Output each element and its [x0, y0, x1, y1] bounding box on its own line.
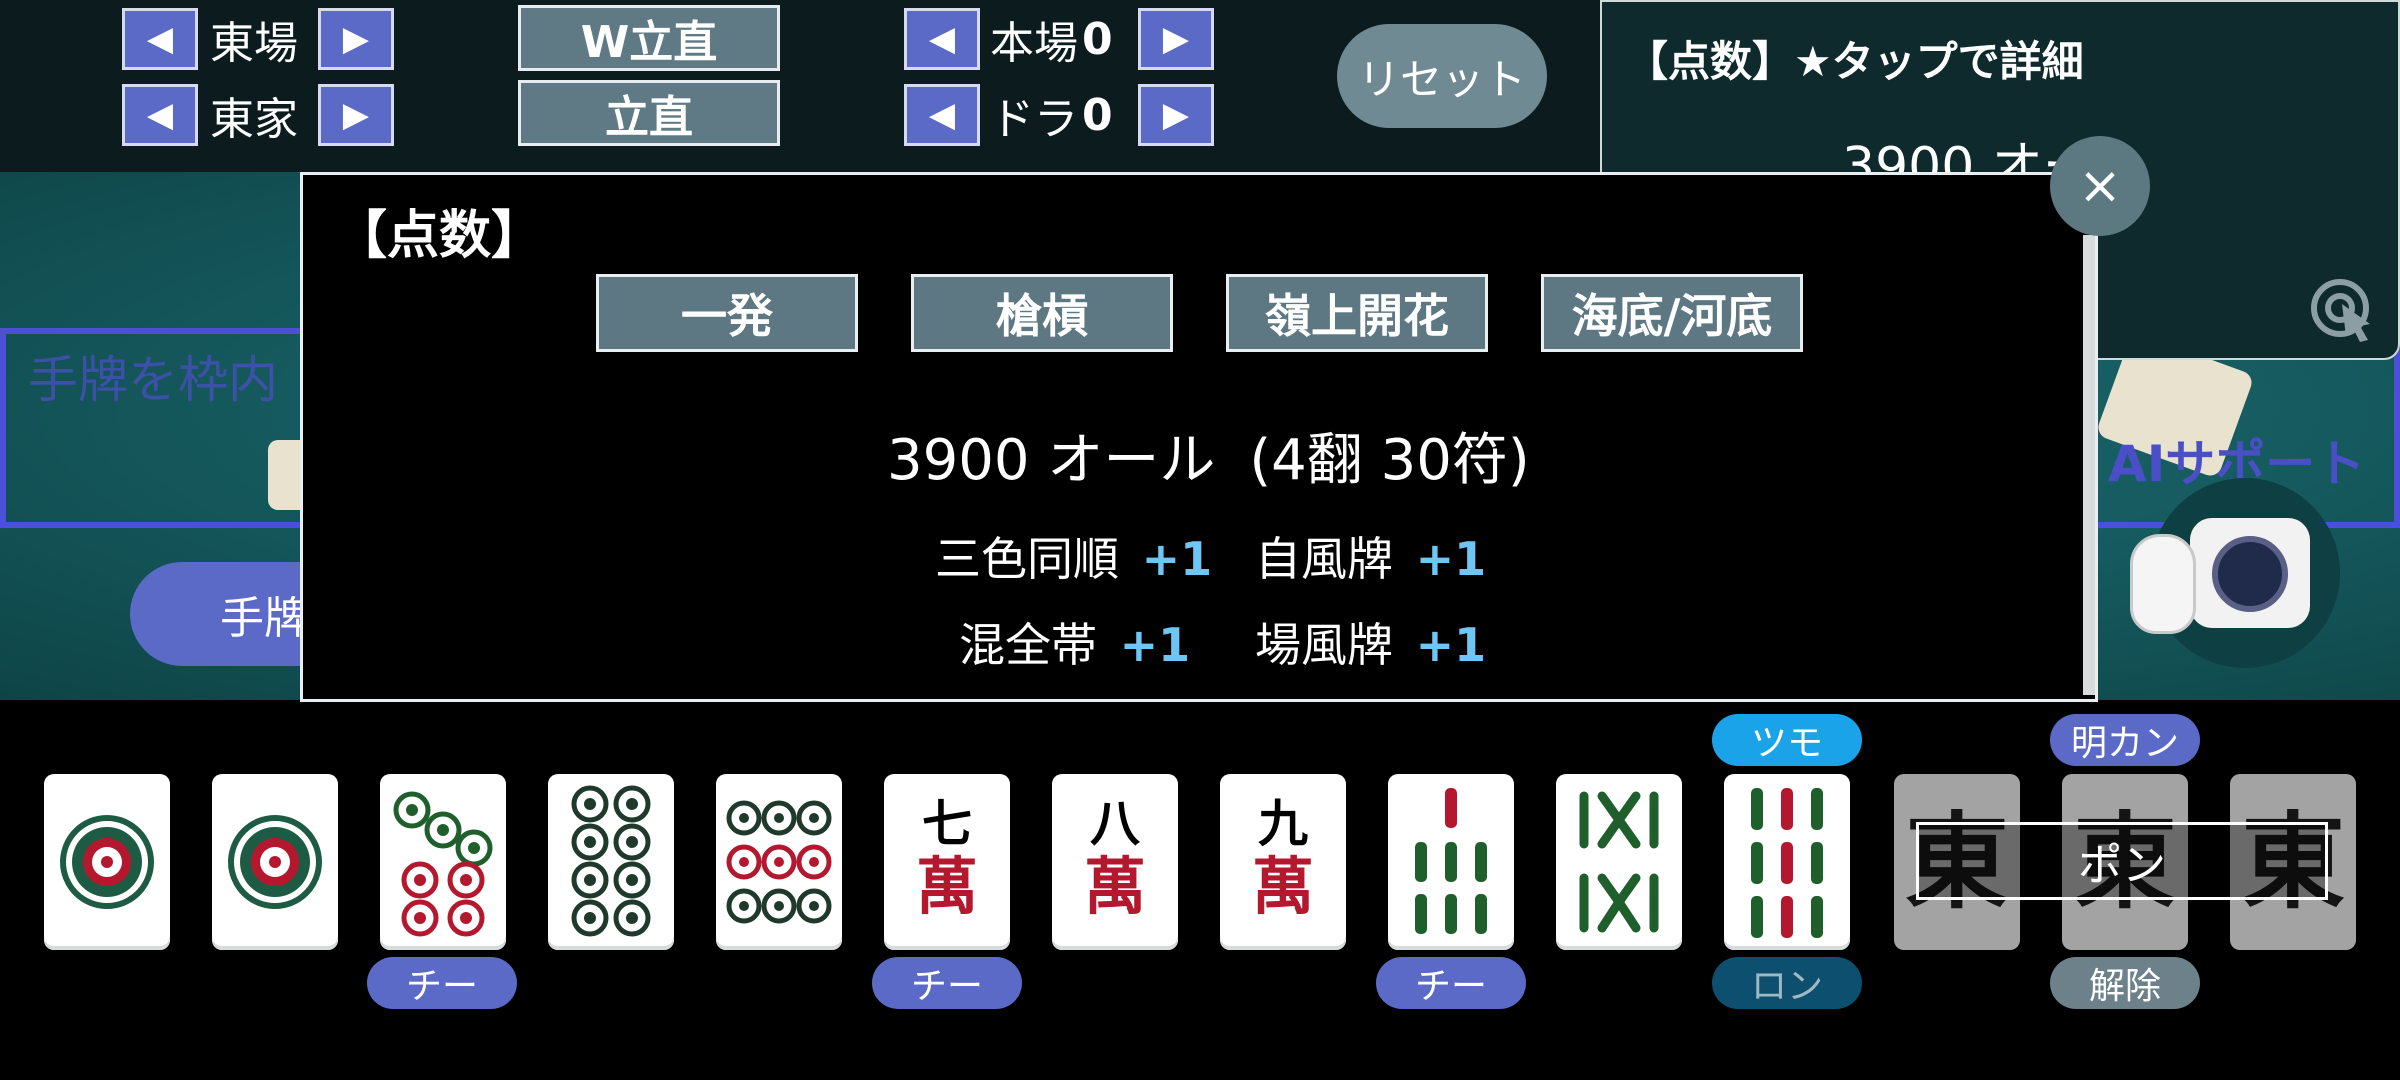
left-arrow-icon: ◀ — [928, 19, 956, 59]
chi-button[interactable]: チー — [367, 957, 517, 1009]
score-panel-title: 【点数】★タップで詳細 — [1626, 37, 2084, 86]
reset-button[interactable]: リセット — [1337, 24, 1547, 128]
man-character: 萬 — [1083, 850, 1146, 923]
yaku-chanta: 混全帯 +1 — [959, 609, 1190, 675]
popup-score-line: 3900 オール (4翻 30符) — [887, 415, 1587, 496]
riichi-button[interactable]: 立直 — [518, 80, 780, 146]
honba-value: 0 — [1082, 13, 1113, 65]
score-detail-popup: 【点数】 一発 槍槓 嶺上開花 海底/河底 3900 オール (4翻 30符) … — [300, 172, 2098, 702]
chi-button[interactable]: チー — [872, 957, 1022, 1009]
tap-icon — [2308, 274, 2392, 348]
yaku-han: +1 — [1415, 532, 1487, 586]
minkan-button[interactable]: 明カン — [2050, 714, 2200, 766]
man-character: 萬 — [915, 850, 978, 923]
seat-prev-button[interactable]: ◀ — [122, 84, 198, 146]
left-arrow-icon: ◀ — [928, 95, 956, 135]
man-number: 九 — [1258, 794, 1308, 853]
tile-7-sou[interactable] — [1388, 774, 1514, 950]
right-arrow-icon: ▶ — [1162, 19, 1190, 59]
yaku-han: +1 — [1119, 618, 1191, 672]
man-number: 八 — [1090, 794, 1140, 853]
haitei-houtei-button[interactable]: 海底/河底 — [1541, 274, 1803, 352]
release-button[interactable]: 解除 — [2050, 957, 2200, 1009]
rinshan-button[interactable]: 嶺上開花 — [1226, 274, 1488, 352]
tile-8-sou[interactable] — [1556, 774, 1682, 950]
yaku-han: +1 — [1415, 618, 1487, 672]
round-next-button[interactable]: ▶ — [318, 8, 394, 70]
popup-score: 3900 オール — [887, 428, 1216, 493]
camera-lens-icon — [2212, 536, 2288, 612]
dora-prev-button[interactable]: ◀ — [904, 84, 980, 146]
hand-button-label: 手牌 — [220, 593, 308, 644]
seat-next-button[interactable]: ▶ — [318, 84, 394, 146]
yaku-bakaze: 場風牌 +1 — [1255, 609, 1486, 675]
double-riichi-button[interactable]: W立直 — [518, 5, 780, 71]
tile-3-pin[interactable] — [380, 774, 506, 950]
left-arrow-icon: ◀ — [146, 19, 174, 59]
round-prev-button[interactable]: ◀ — [122, 8, 198, 70]
honba-prev-button[interactable]: ◀ — [904, 8, 980, 70]
honba-label: 本場 0 — [990, 8, 1113, 70]
right-arrow-icon: ▶ — [342, 95, 370, 135]
yaku-name: 場風牌 — [1255, 618, 1393, 672]
popup-title: 【点数】 — [335, 206, 544, 266]
right-arrow-icon: ▶ — [1162, 95, 1190, 135]
camera-capture-button[interactable] — [2130, 478, 2340, 668]
honba-text: 本場 — [990, 18, 1078, 69]
tile-9-man[interactable]: 九 萬 — [1220, 774, 1346, 950]
chankan-button[interactable]: 槍槓 — [911, 274, 1173, 352]
dora-next-button[interactable]: ▶ — [1138, 84, 1214, 146]
ippatsu-button[interactable]: 一発 — [596, 274, 858, 352]
yaku-jikaze: 自風牌 +1 — [1255, 523, 1486, 589]
tsumo-button[interactable]: ツモ — [1712, 714, 1862, 766]
tile-1-pin[interactable] — [212, 774, 338, 950]
tile-8-pin[interactable] — [548, 774, 674, 950]
round-label: 東場 — [210, 18, 298, 69]
tile-9-pin[interactable] — [716, 774, 842, 950]
popup-scrollbar[interactable] — [2083, 235, 2095, 695]
honba-next-button[interactable]: ▶ — [1138, 8, 1214, 70]
yaku-name: 三色同順 — [935, 532, 1119, 586]
tile-1-pin[interactable] — [44, 774, 170, 950]
pointing-hand-icon — [2130, 534, 2196, 634]
tile-9-sou[interactable] — [1724, 774, 1850, 950]
yaku-han: +1 — [1141, 532, 1213, 586]
ron-button[interactable]: ロン — [1712, 957, 1862, 1009]
hand-frame-hint: 手牌を枠内 — [28, 351, 278, 409]
yaku-name: 自風牌 — [1255, 532, 1393, 586]
man-number: 七 — [922, 794, 972, 853]
man-character: 萬 — [1251, 850, 1314, 923]
dora-value: 0 — [1082, 89, 1113, 141]
yaku-name: 混全帯 — [959, 618, 1097, 672]
left-arrow-icon: ◀ — [146, 95, 174, 135]
tile-8-man[interactable]: 八 萬 — [1052, 774, 1178, 950]
chi-button[interactable]: チー — [1376, 957, 1526, 1009]
tile-7-man[interactable]: 七 萬 — [884, 774, 1010, 950]
yaku-sanshoku: 三色同順 +1 — [935, 523, 1212, 589]
close-icon[interactable]: × — [2050, 136, 2150, 236]
popup-han-fu: (4翻 30符) — [1249, 428, 1530, 493]
seat-label: 東家 — [210, 94, 298, 145]
dora-text: ドラ — [990, 94, 1078, 145]
dora-label: ドラ 0 — [990, 84, 1113, 146]
right-arrow-icon: ▶ — [342, 19, 370, 59]
pon-meld-label[interactable]: ポン — [1916, 822, 2328, 900]
